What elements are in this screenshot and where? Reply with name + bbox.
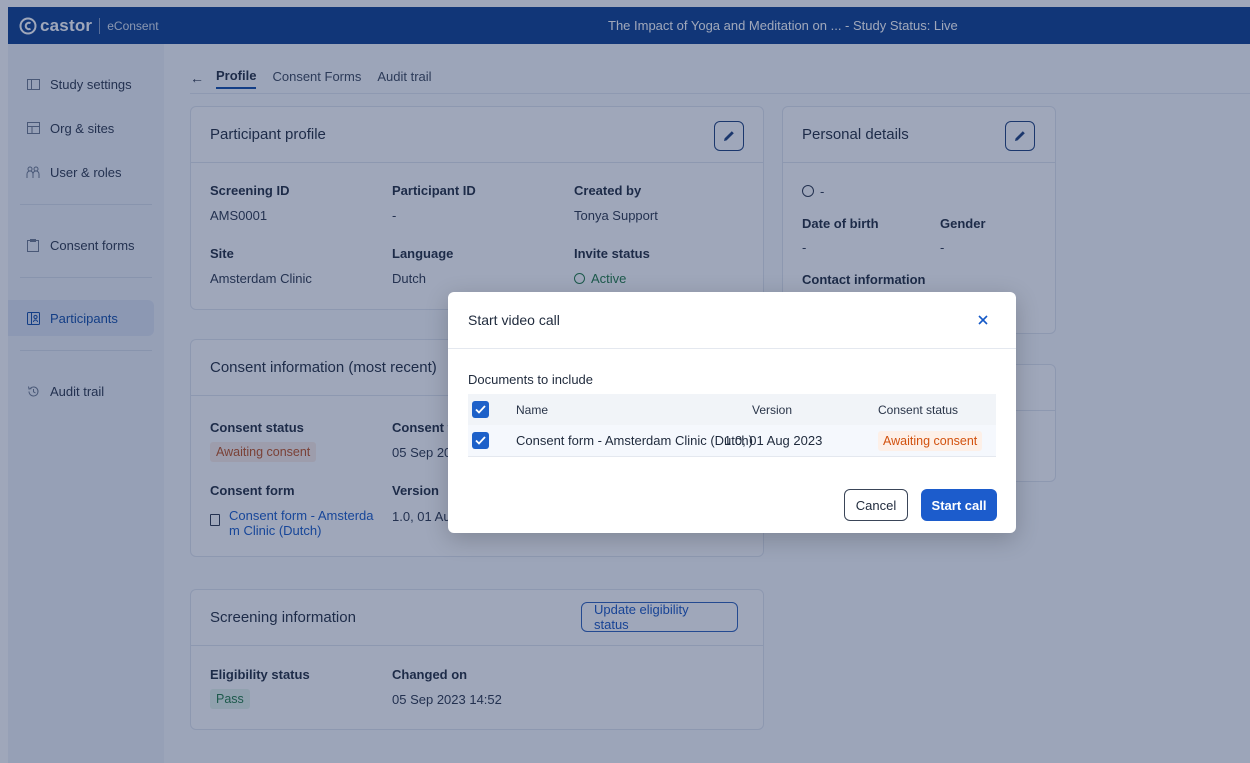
document-checkbox[interactable] xyxy=(472,432,489,449)
select-all-checkbox[interactable] xyxy=(472,401,489,418)
close-icon[interactable] xyxy=(976,313,990,327)
table-header-row: Name Version Consent status xyxy=(468,394,996,425)
dialog-title: Start video call xyxy=(448,292,1016,349)
column-header-version: Version xyxy=(752,402,793,417)
column-header-status: Consent status xyxy=(878,402,959,417)
document-version: 1.0, 01 Aug 2023 xyxy=(724,433,823,448)
start-call-button[interactable]: Start call xyxy=(921,489,997,521)
document-status: Awaiting consent xyxy=(878,431,983,451)
documents-table: Name Version Consent status Consent form… xyxy=(468,394,996,457)
start-video-call-dialog: Start video call Documents to include Na… xyxy=(448,292,1016,533)
table-row[interactable]: Consent form - Amsterdam Clinic (Dutch) … xyxy=(468,425,996,457)
checkmark-icon xyxy=(475,405,486,414)
checkmark-icon xyxy=(475,436,486,445)
awaiting-consent-badge: Awaiting consent xyxy=(878,431,983,451)
column-header-name: Name xyxy=(516,402,549,417)
document-name: Consent form - Amsterdam Clinic (Dutch) xyxy=(516,433,753,448)
cancel-button[interactable]: Cancel xyxy=(844,489,908,521)
documents-heading: Documents to include xyxy=(468,372,594,387)
